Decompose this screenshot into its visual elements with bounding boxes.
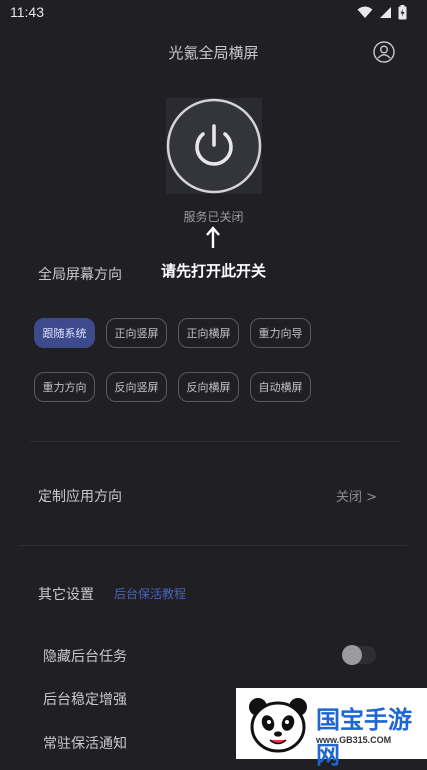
status-bar: 11:43 [0,0,427,26]
page-title: 光氪全局横屏 [168,44,259,62]
setting-label-stability: 后台稳定增强 [43,692,127,708]
orientation-option[interactable]: 重力方向 [34,372,95,402]
orientation-option[interactable]: 正向竖屏 [106,318,167,348]
orientation-option[interactable]: 反向竖屏 [106,372,167,402]
toggle-knob [342,645,362,665]
panda-logo-icon [249,698,307,753]
keep-alive-tutorial-link[interactable]: 后台保活教程 [114,585,186,602]
status-time: 11:43 [10,4,44,20]
setting-label-notification: 常驻保活通知 [43,736,127,752]
account-icon[interactable] [372,40,396,64]
status-icons [357,5,407,20]
power-button[interactable] [166,98,262,194]
divider [30,441,400,442]
arrow-up-icon [206,226,220,248]
orientation-option[interactable]: 重力向导 [250,318,311,348]
divider [20,545,407,546]
battery-icon [398,5,407,20]
watermark-url: www.GB315.COM [316,735,392,745]
orientation-option[interactable]: 反向横屏 [178,372,239,402]
setting-label-hide-tasks: 隐藏后台任务 [43,649,127,665]
other-settings-title: 其它设置 [38,587,94,603]
orientation-option[interactable]: 自动横屏 [250,372,311,402]
orientation-option[interactable]: 跟随系统 [34,318,95,348]
app-header: 光氪全局横屏 [0,34,427,70]
orientation-section-title: 全局屏幕方向 [38,267,122,283]
service-status-text: 服务已关闭 [183,210,244,224]
app-orientation-label: 定制应用方向 [38,489,122,505]
hide-tasks-toggle[interactable] [342,645,376,665]
watermark: 国宝手游网 www.GB315.COM [236,688,427,769]
wifi-icon [357,6,373,18]
app-orientation-value: 关闭 > [336,490,378,505]
orientation-option[interactable]: 正向横屏 [178,318,239,348]
signal-icon [380,7,391,18]
